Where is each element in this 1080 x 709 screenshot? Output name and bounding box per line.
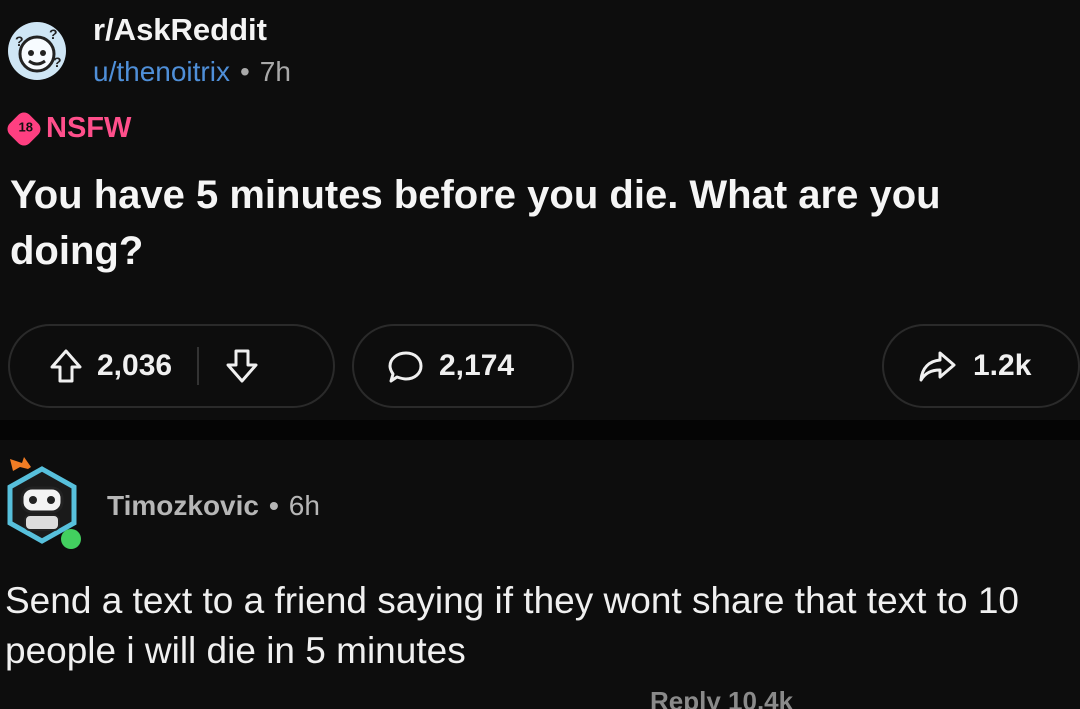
comment-count: 2,174 <box>439 349 515 382</box>
askreddit-mascot-icon: ? ? ? <box>15 26 62 73</box>
nsfw-tag: 18 NSFW <box>4 108 132 149</box>
nsfw-18-icon: 18 <box>4 108 44 149</box>
post-title[interactable]: You have 5 minutes before you die. What … <box>10 167 1070 279</box>
post-comment-divider <box>0 420 1080 440</box>
post-author[interactable]: u/thenoitrix <box>93 56 230 88</box>
post-age: 7h <box>259 56 291 87</box>
svg-text:?: ? <box>53 54 62 70</box>
comments-button[interactable]: 2,174 <box>352 324 574 408</box>
comment-author[interactable]: Timozkovic <box>107 490 259 522</box>
comment-meta: Timozkovic • 6h <box>107 490 320 522</box>
upvote-count: 2,036 <box>97 349 173 382</box>
svg-text:?: ? <box>15 33 24 49</box>
subreddit-avatar[interactable]: ? ? ? <box>8 22 66 80</box>
arrow-up-icon[interactable] <box>47 347 85 385</box>
subreddit-name[interactable]: r/AskReddit <box>93 12 267 48</box>
share-count: 1.2k <box>973 349 1032 382</box>
vote-divider <box>197 347 200 385</box>
svg-text:?: ? <box>49 26 58 42</box>
post-meta: u/thenoitrix • 7h <box>93 56 291 88</box>
comment-meta-separator: • <box>268 490 279 521</box>
comment-age: 6h <box>288 490 320 521</box>
nsfw-label: NSFW <box>46 112 132 144</box>
meta-separator: • <box>239 56 250 87</box>
commenter-avatar[interactable] <box>0 455 82 550</box>
vote-control: 2,036 <box>8 324 335 408</box>
robot-avatar-icon <box>7 457 81 549</box>
share-arrow-icon <box>918 348 958 384</box>
comment-text[interactable]: Send a text to a friend saying if they w… <box>5 576 1075 676</box>
cropped-comment-actions: Reply 10.4k <box>650 686 794 709</box>
arrow-down-icon[interactable] <box>223 347 261 385</box>
share-button[interactable]: 1.2k <box>882 324 1080 408</box>
comment-bubble-icon <box>387 347 425 385</box>
